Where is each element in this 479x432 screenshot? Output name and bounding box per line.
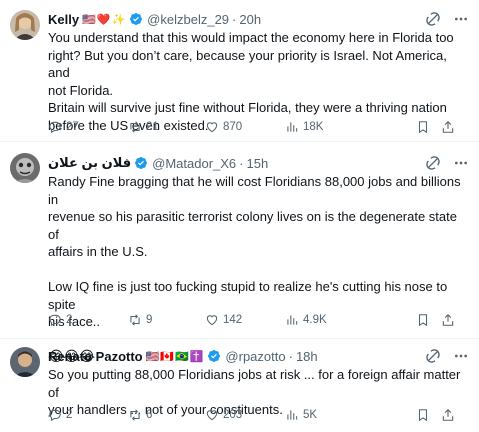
text-line: Britain will survive just fine without F…	[48, 100, 447, 115]
views-count: 5K	[303, 409, 318, 421]
bookmark-icon	[418, 409, 428, 422]
retweet-button[interactable]: 21	[128, 120, 159, 134]
timestamp[interactable]: 20h	[239, 12, 261, 27]
avatar[interactable]	[10, 347, 40, 377]
views-icon	[287, 122, 298, 132]
text-line: You understand that this would impact th…	[48, 30, 454, 45]
like-icon	[206, 315, 218, 326]
reply-icon	[49, 314, 61, 327]
name-emojis: 🇺🇸🇨🇦🇧🇷✝️	[145, 350, 205, 363]
reply-button[interactable]: 27	[48, 120, 79, 134]
text-line: not Florida.	[48, 82, 114, 98]
more-icon[interactable]	[453, 348, 469, 364]
verified-badge-icon	[130, 13, 143, 25]
header-icons	[425, 348, 469, 364]
share-icon	[442, 314, 454, 326]
text-line: So you putting 88,000 Floridians jobs at…	[48, 367, 461, 400]
tweet-2[interactable]: فلان بن علان @Matador_X6 · 15h Randy Fin…	[0, 142, 479, 364]
retweet-icon	[130, 409, 140, 421]
handle[interactable]: @kelzbelz_29	[147, 12, 229, 27]
like-count: 203	[223, 409, 243, 421]
tweet-3[interactable]: Renato Pazotto 🇺🇸🇨🇦🇧🇷✝️ @rpazotto · 18h …	[0, 339, 479, 432]
like-icon	[206, 122, 218, 133]
text-line: Low IQ fine is just too fucking stupid t…	[48, 279, 448, 312]
grok-icon[interactable]	[425, 348, 441, 364]
grok-icon[interactable]	[425, 11, 441, 27]
bookmark-button[interactable]	[416, 408, 430, 422]
like-icon	[206, 410, 218, 421]
action-bar: 2 9 142 4.9K	[48, 311, 469, 329]
display-name[interactable]: فلان بن علان	[48, 155, 131, 171]
share-button[interactable]	[441, 120, 455, 134]
display-name[interactable]: Kelly	[48, 12, 79, 27]
retweet-icon	[130, 121, 140, 133]
header-icons	[425, 11, 469, 27]
reply-count: 27	[66, 121, 79, 133]
more-icon[interactable]	[453, 11, 469, 27]
reply-count: 2	[66, 409, 73, 421]
display-name[interactable]: Renato Pazotto	[48, 349, 143, 364]
like-button[interactable]: 142	[205, 313, 242, 327]
timestamp[interactable]: 18h	[296, 349, 318, 364]
views-button[interactable]: 4.9K	[285, 313, 327, 327]
handle[interactable]: @Matador_X6	[152, 156, 236, 171]
verified-badge-icon	[135, 157, 148, 169]
retweet-button[interactable]: 9	[128, 313, 152, 327]
like-button[interactable]: 203	[205, 408, 242, 422]
action-bar: 2 6 203 5K	[48, 406, 469, 424]
share-icon	[442, 121, 454, 133]
bookmark-icon	[418, 121, 428, 134]
text-line: revenue so his parasitic terrorist colon…	[48, 209, 457, 242]
tweet-1[interactable]: Kelly 🇺🇸❤️✨ @kelzbelz_29 · 20h You under…	[0, 0, 479, 142]
like-count: 142	[223, 314, 243, 326]
views-count: 4.9K	[303, 314, 327, 326]
grok-icon[interactable]	[425, 155, 441, 171]
text-line: right? But you don’t care, because your …	[48, 47, 447, 81]
tweet-header: Renato Pazotto 🇺🇸🇨🇦🇧🇷✝️ @rpazotto · 18h	[48, 346, 469, 366]
views-button[interactable]: 18K	[285, 120, 323, 134]
timestamp[interactable]: 15h	[247, 156, 269, 171]
tweet-header: Kelly 🇺🇸❤️✨ @kelzbelz_29 · 20h	[48, 9, 469, 29]
tweet-header: فلان بن علان @Matador_X6 · 15h	[48, 153, 469, 173]
bookmark-button[interactable]	[416, 313, 430, 327]
like-button[interactable]: 870	[205, 120, 242, 134]
reply-icon	[49, 121, 61, 134]
separator-dot: ·	[232, 11, 237, 27]
views-count: 18K	[303, 121, 324, 133]
retweet-icon	[130, 314, 140, 326]
like-count: 870	[223, 121, 243, 133]
text-line: affairs in the U.S.	[48, 244, 148, 259]
avatar[interactable]	[10, 153, 40, 183]
verified-badge-icon	[208, 350, 221, 362]
name-emojis: 🇺🇸❤️✨	[82, 13, 127, 26]
action-bar: 27 21 870 18K	[48, 118, 469, 136]
tweet-feed: Kelly 🇺🇸❤️✨ @kelzbelz_29 · 20h You under…	[0, 0, 479, 432]
separator-dot: ·	[239, 155, 244, 171]
views-button[interactable]: 5K	[285, 408, 317, 422]
share-icon	[442, 409, 454, 421]
retweet-button[interactable]: 6	[128, 408, 152, 422]
tweet-text: Randy Fine bragging that he will cost Fl…	[48, 173, 463, 366]
avatar[interactable]	[10, 10, 40, 40]
share-button[interactable]	[441, 408, 455, 422]
handle[interactable]: @rpazotto	[225, 349, 285, 364]
reply-icon	[49, 409, 61, 422]
text-line	[48, 261, 463, 279]
share-button[interactable]	[441, 313, 455, 327]
more-icon[interactable]	[453, 155, 469, 171]
bookmark-button[interactable]	[416, 120, 430, 134]
header-icons	[425, 155, 469, 171]
views-icon	[287, 410, 298, 420]
reply-button[interactable]: 2	[48, 313, 72, 327]
retweet-count: 21	[146, 121, 159, 133]
retweet-count: 9	[146, 314, 153, 326]
views-icon	[287, 315, 298, 325]
bookmark-icon	[418, 314, 428, 327]
text-line: Randy Fine bragging that he will cost Fl…	[48, 174, 461, 207]
reply-button[interactable]: 2	[48, 408, 72, 422]
reply-count: 2	[66, 314, 73, 326]
retweet-count: 6	[146, 409, 153, 421]
separator-dot: ·	[288, 348, 293, 364]
